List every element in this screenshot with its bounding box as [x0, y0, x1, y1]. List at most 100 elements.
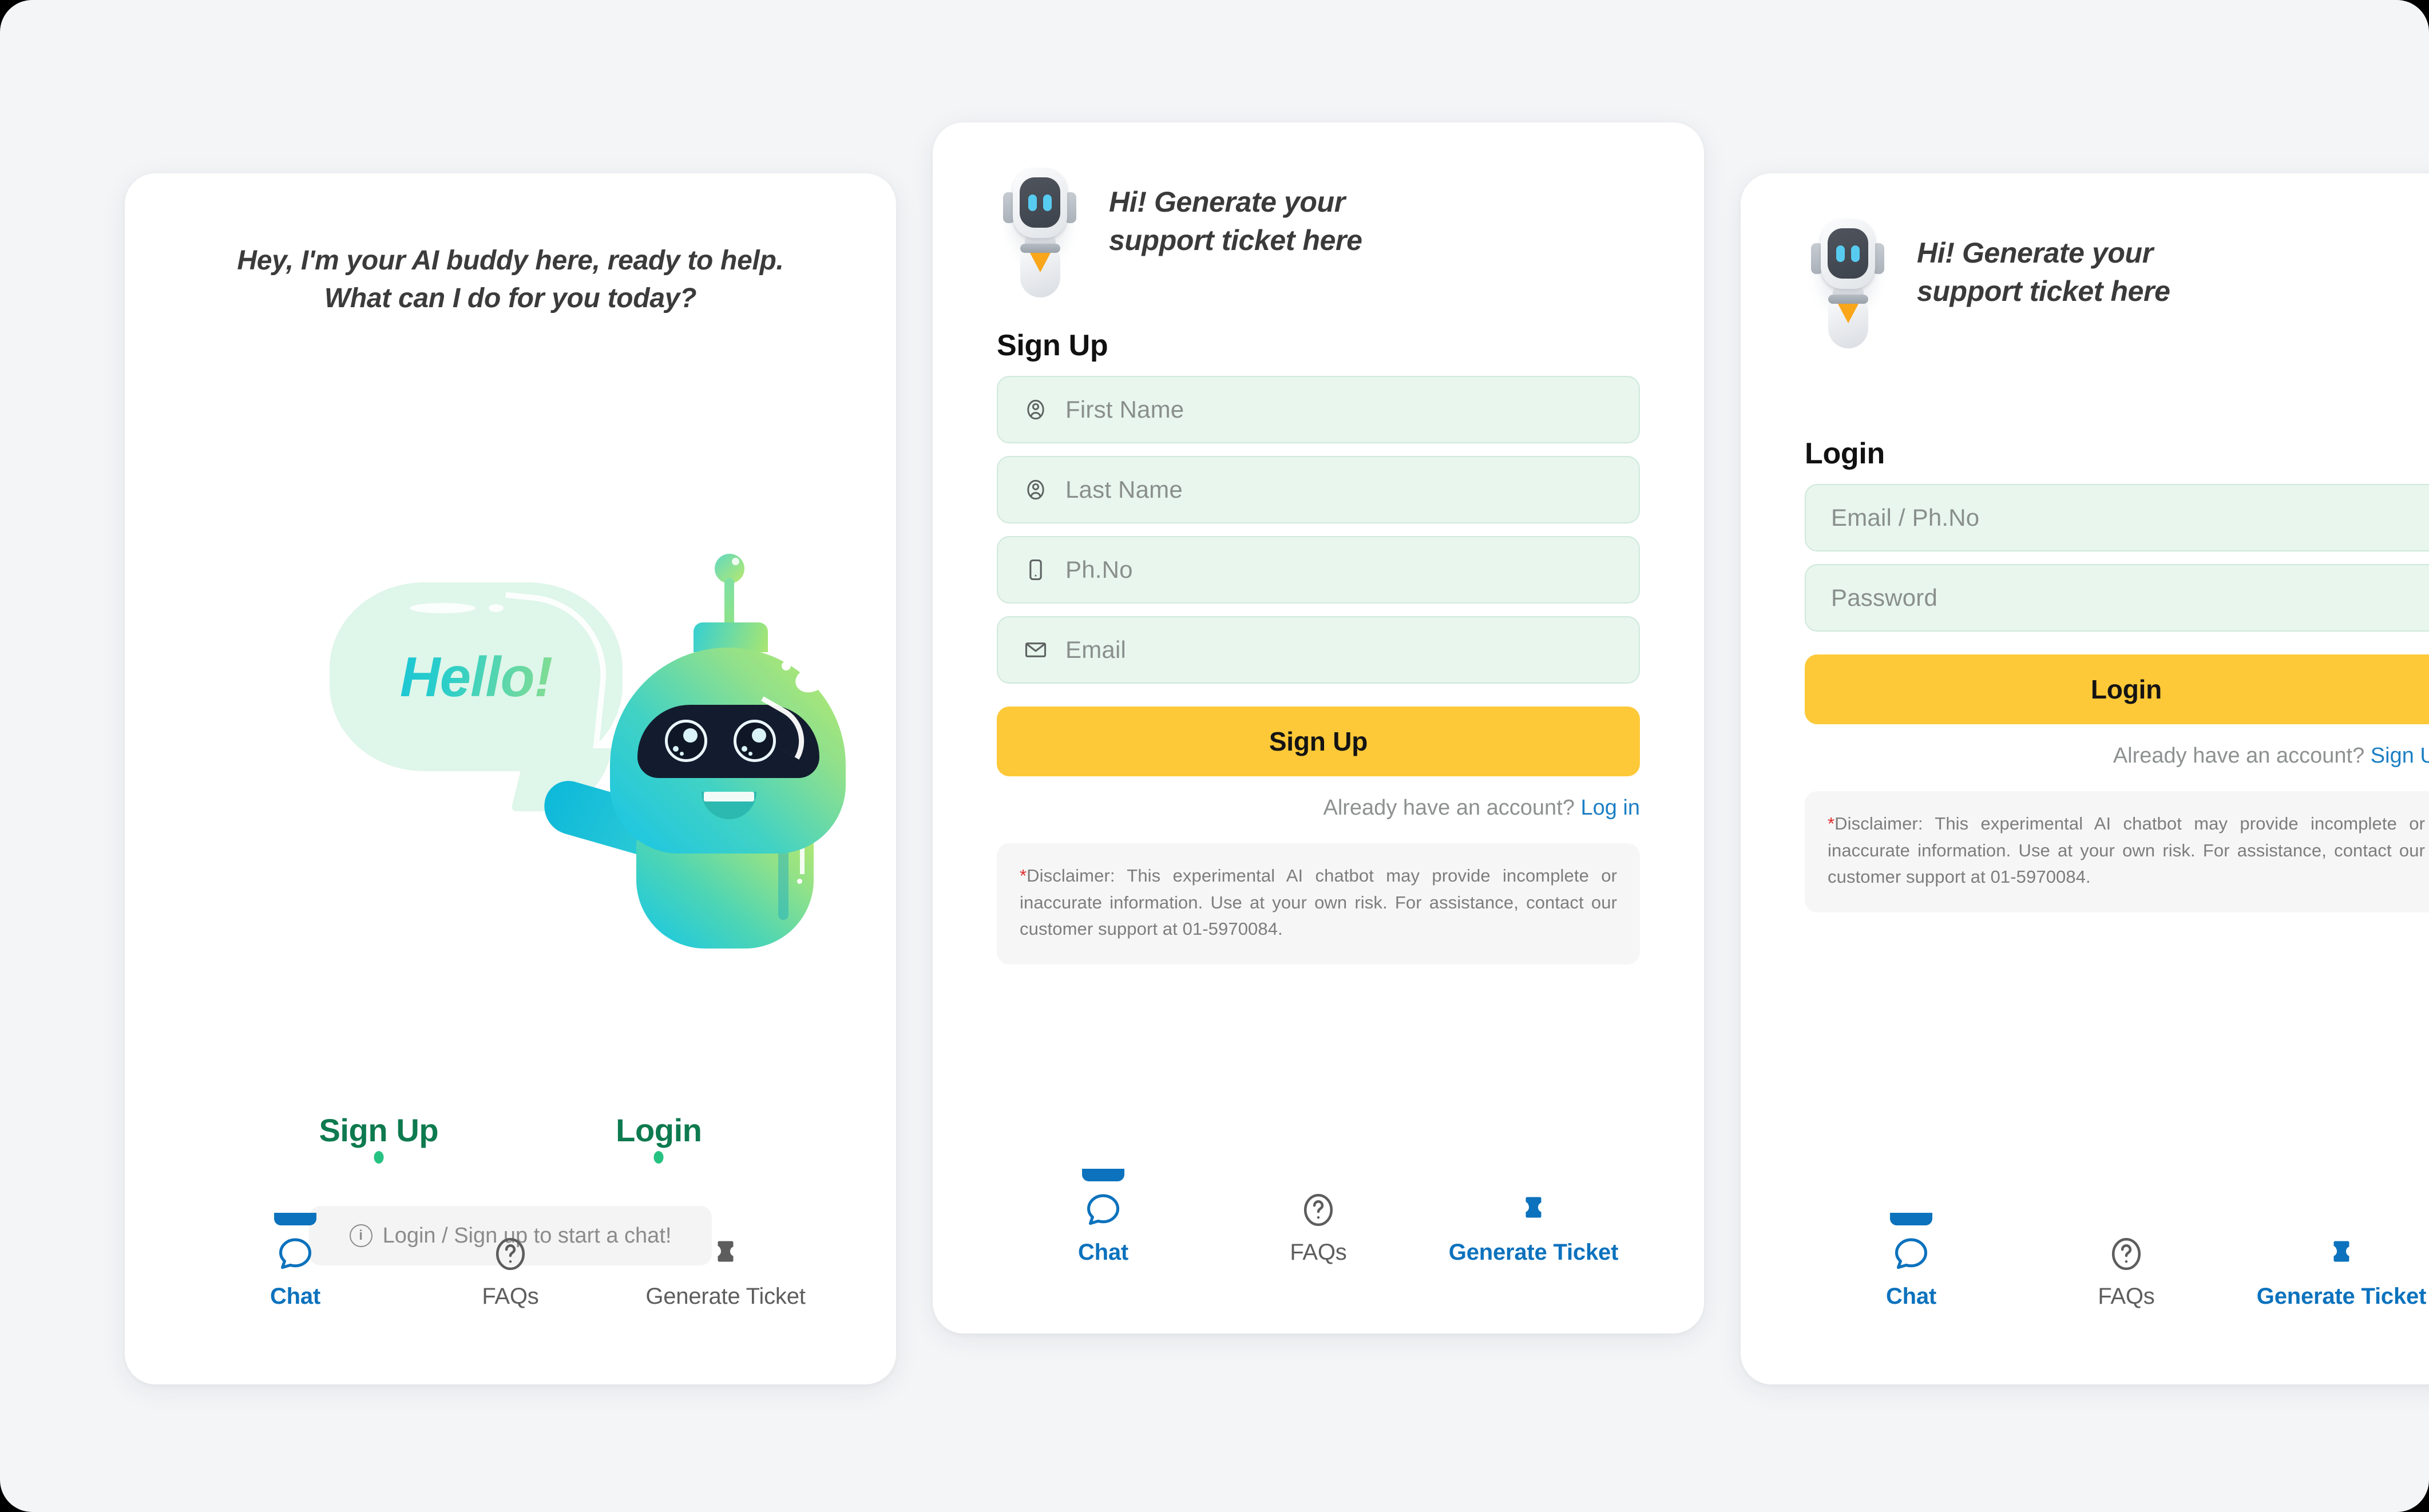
email-or-phone-placeholder: Email / Ph.No — [1831, 504, 1980, 531]
intro-message: Hey, I'm your AI buddy here, ready to he… — [165, 242, 856, 318]
signup-link-label: Sign Up — [319, 1112, 439, 1148]
user-circle-icon — [1023, 397, 1048, 422]
login-card-header: Hi! Generate your support ticket here — [1741, 173, 2429, 348]
nav-label-chat: Chat — [1885, 1284, 1937, 1309]
first-name-placeholder: First Name — [1065, 396, 1184, 423]
login-form: Email / Ph.No Password Login Already hav… — [1805, 484, 2429, 912]
signup-switch-line: Already have an account? Log in — [997, 796, 1640, 820]
envelope-icon — [1023, 637, 1048, 662]
robot-eye-right — [734, 720, 776, 762]
chat-intro-card: Hey, I'm your AI buddy here, ready to he… — [125, 173, 896, 1384]
phone-icon — [1023, 557, 1048, 582]
login-link[interactable]: Login — [616, 1112, 702, 1164]
phone-field[interactable]: Ph.No — [997, 536, 1640, 604]
login-switch-line: Already have an account? Sign Up — [1805, 744, 2429, 768]
signup-disclaimer-text: Disclaimer: This experimental AI chatbot… — [1020, 866, 1617, 939]
signup-header-title: Hi! Generate your support ticket here — [1109, 183, 1362, 260]
login-active-dot — [653, 1151, 664, 1164]
nav-label-chat: Chat — [270, 1284, 321, 1309]
mascot-illustration: Hello! — [125, 531, 896, 954]
first-name-field[interactable]: First Name — [997, 376, 1640, 443]
login-header-line-1: Hi! Generate your — [1917, 236, 2153, 269]
signup-form: First Name Last Name Ph.No Email Sign Up… — [997, 376, 1640, 965]
active-indicator-bar — [274, 1213, 316, 1225]
hello-text: Hello! — [330, 582, 623, 771]
bottom-navigation: Chat FAQs Generate Ticket — [1741, 1213, 2429, 1384]
signup-switch-link[interactable]: Sign Up — [2371, 744, 2429, 768]
chat-bubble-icon — [1891, 1233, 1932, 1275]
login-header-line-2: support ticket here — [1917, 275, 2170, 307]
user-circle-icon — [1023, 477, 1048, 502]
login-form-title: Login — [1805, 437, 1885, 470]
robot-mouth — [702, 792, 756, 819]
robot-head — [610, 648, 846, 854]
intro-line-2: What can I do for you today? — [324, 283, 697, 314]
nav-item-generate-ticket[interactable]: Generate Ticket — [618, 1213, 833, 1309]
signup-switch-prompt: Already have an account? — [1323, 796, 1581, 820]
nav-item-faqs[interactable]: FAQs — [403, 1213, 618, 1309]
nav-label-chat: Chat — [1077, 1240, 1129, 1265]
disclaimer-asterisk: * — [1020, 866, 1027, 886]
signup-form-title: Sign Up — [997, 329, 1108, 362]
app-canvas: Hey, I'm your AI buddy here, ready to he… — [0, 0, 2429, 1512]
login-switch-link[interactable]: Log in — [1580, 796, 1640, 820]
nav-item-chat[interactable]: Chat — [996, 1169, 1211, 1265]
login-disclaimer-text: Disclaimer: This experimental AI chatbot… — [1828, 813, 2425, 887]
nav-label-generate-ticket: Generate Ticket — [645, 1284, 806, 1309]
signup-submit-button[interactable]: Sign Up — [997, 707, 1640, 776]
ticket-icon — [1513, 1189, 1554, 1231]
last-name-placeholder: Last Name — [1065, 476, 1183, 503]
login-link-label: Login — [616, 1112, 702, 1148]
bottom-navigation: Chat FAQs Generate Ticket — [933, 1169, 1704, 1334]
login-header-title: Hi! Generate your support ticket here — [1917, 234, 2170, 311]
password-field[interactable]: Password — [1805, 564, 2429, 632]
nav-item-generate-ticket[interactable]: Generate Ticket — [1426, 1169, 1641, 1265]
bottom-navigation: Chat FAQs Generate Ticket — [125, 1213, 896, 1384]
email-field[interactable]: Email — [997, 616, 1640, 684]
robot-visor — [637, 696, 819, 778]
password-placeholder: Password — [1831, 584, 1938, 611]
nav-item-chat[interactable]: Chat — [188, 1213, 403, 1309]
hello-speech-bubble: Hello! — [330, 582, 623, 771]
chat-bubble-icon — [275, 1233, 316, 1275]
question-circle-icon — [1298, 1189, 1339, 1231]
nav-label-faqs: FAQs — [482, 1284, 539, 1309]
nav-item-faqs[interactable]: FAQs — [2019, 1213, 2234, 1309]
email-or-phone-field[interactable]: Email / Ph.No — [1805, 484, 2429, 551]
nav-item-chat[interactable]: Chat — [1804, 1213, 2019, 1309]
nav-label-faqs: FAQs — [1290, 1240, 1347, 1265]
grey-robot-avatar-icon — [1805, 210, 1891, 348]
login-submit-button[interactable]: Login — [1805, 654, 2429, 724]
question-circle-icon — [2106, 1233, 2147, 1275]
disclaimer-asterisk: * — [1828, 813, 1835, 834]
question-circle-icon — [490, 1233, 531, 1275]
signup-header-line-1: Hi! Generate your — [1109, 185, 1345, 218]
signup-link[interactable]: Sign Up — [319, 1112, 439, 1164]
login-card: Hi! Generate your support ticket here Lo… — [1741, 173, 2429, 1384]
active-indicator-bar — [1890, 1213, 1932, 1225]
nav-label-generate-ticket: Generate Ticket — [2256, 1284, 2427, 1309]
ticket-icon — [2321, 1233, 2362, 1275]
nav-label-generate-ticket: Generate Ticket — [1448, 1240, 1619, 1265]
phone-placeholder: Ph.No — [1065, 556, 1133, 583]
nav-item-generate-ticket[interactable]: Generate Ticket — [2234, 1213, 2429, 1309]
ticket-icon — [705, 1233, 746, 1275]
green-robot-mascot-icon — [537, 554, 850, 949]
signup-header-line-2: support ticket here — [1109, 224, 1362, 256]
signup-active-dot — [374, 1151, 384, 1164]
login-switch-prompt: Already have an account? — [2113, 744, 2371, 768]
login-disclaimer: *Disclaimer: This experimental AI chatbo… — [1805, 791, 2429, 912]
intro-line-1: Hey, I'm your AI buddy here, ready to he… — [237, 245, 784, 276]
robot-eye-left — [665, 720, 707, 762]
signup-card: Hi! Generate your support ticket here Si… — [933, 122, 1704, 1334]
last-name-field[interactable]: Last Name — [997, 456, 1640, 523]
nav-label-faqs: FAQs — [2098, 1284, 2155, 1309]
nav-item-faqs[interactable]: FAQs — [1211, 1169, 1426, 1265]
signup-disclaimer: *Disclaimer: This experimental AI chatbo… — [997, 843, 1640, 965]
chat-bubble-icon — [1083, 1189, 1124, 1231]
active-indicator-bar — [1082, 1169, 1124, 1181]
grey-robot-avatar-icon — [997, 159, 1083, 297]
email-placeholder: Email — [1065, 636, 1127, 663]
auth-links-row: Sign Up Login — [125, 1112, 896, 1164]
signup-card-header: Hi! Generate your support ticket here — [933, 122, 1704, 297]
